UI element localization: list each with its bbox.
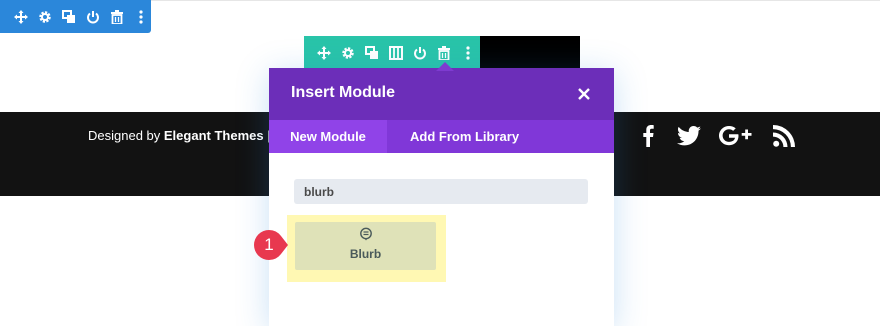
move-icon[interactable]	[12, 8, 30, 26]
duplicate-icon[interactable]	[363, 44, 381, 62]
more-icon[interactable]	[132, 8, 150, 26]
section-settings-toolbar	[0, 0, 151, 33]
columns-icon[interactable]	[387, 44, 405, 62]
footer-credit-brand[interactable]: Elegant Themes	[164, 128, 264, 143]
power-icon[interactable]	[84, 8, 102, 26]
module-label: Blurb	[349, 247, 382, 261]
modal-title: Insert Module	[291, 84, 396, 101]
tab-new-module[interactable]: New Module	[269, 120, 387, 153]
more-icon[interactable]	[459, 44, 477, 62]
gear-icon[interactable]	[36, 8, 54, 26]
power-icon[interactable]	[411, 44, 429, 62]
move-icon[interactable]	[315, 44, 333, 62]
google-plus-icon[interactable]	[718, 122, 754, 150]
rss-icon[interactable]	[772, 122, 796, 150]
module-card-blurb[interactable]: Blurb	[295, 222, 436, 270]
gear-icon[interactable]	[339, 44, 357, 62]
dark-content-block	[480, 36, 580, 69]
twitter-icon[interactable]	[676, 122, 702, 150]
row-toolbar-pointer	[436, 62, 454, 71]
module-search-input[interactable]	[294, 179, 588, 204]
footer-credit: Designed by Elegant Themes |	[88, 128, 271, 143]
duplicate-icon[interactable]	[60, 8, 78, 26]
modal-tab-bar: New Module Add From Library	[269, 120, 614, 153]
blurb-icon	[359, 227, 373, 241]
close-icon[interactable]	[574, 84, 594, 104]
step-marker: 1	[254, 230, 288, 260]
trash-icon[interactable]	[435, 44, 453, 62]
modal-header: Insert Module	[269, 68, 614, 120]
trash-icon[interactable]	[108, 8, 126, 26]
tab-add-from-library[interactable]: Add From Library	[410, 120, 519, 153]
footer-credit-prefix: Designed by	[88, 128, 164, 143]
step-number: 1	[264, 235, 274, 254]
insert-module-modal: Insert Module New Module Add From Librar…	[269, 68, 614, 326]
facebook-icon[interactable]	[638, 122, 658, 150]
